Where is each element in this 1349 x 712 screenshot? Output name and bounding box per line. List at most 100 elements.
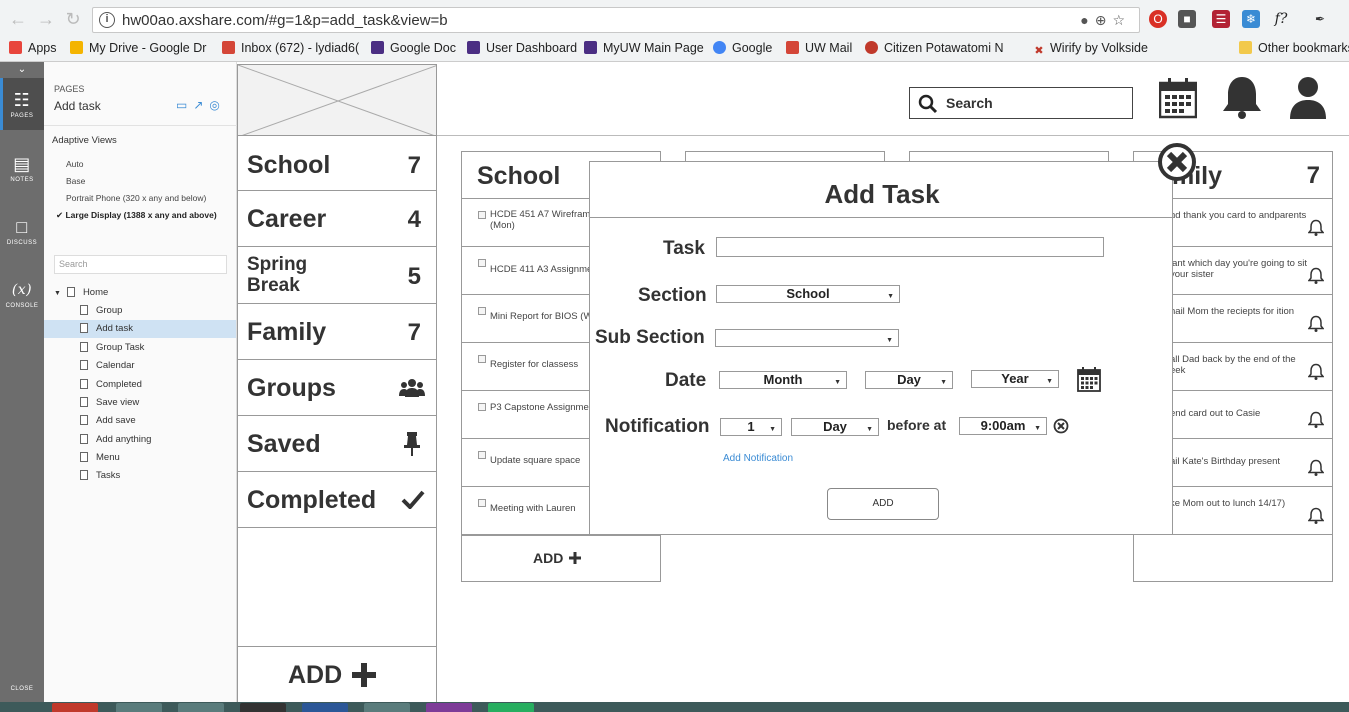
bookmark-wirify[interactable]: ✖ Wirify by Volkside (1034, 41, 1148, 58)
tree-item-save-view[interactable]: Save view (80, 397, 139, 408)
adaptive-view-portrait-phone[interactable]: Portrait Phone (320 x any and below) (66, 192, 231, 205)
address-url[interactable]: hw00ao.axshare.com/#g=1&p=add_task&view=… (122, 12, 448, 29)
flag-extension-icon[interactable]: ☰ (1212, 10, 1230, 28)
adaptive-view-large-display[interactable]: ✔ Large Display (1388 x any and above) (56, 209, 221, 222)
task-checkbox[interactable] (478, 451, 486, 459)
tree-item-menu[interactable]: Menu (80, 452, 120, 463)
search-input[interactable]: Search (909, 87, 1133, 119)
section-select[interactable]: School ▼ (716, 285, 900, 303)
month-select[interactable]: Month ▼ (719, 371, 847, 389)
taskbar-chrome-icon[interactable] (52, 703, 98, 712)
sidebar-tab-notes[interactable]: ▤ NOTES (0, 154, 44, 183)
expand-triangle-icon[interactable]: ▼ (54, 290, 61, 297)
tree-item-home[interactable]: ▼ Home (54, 287, 108, 298)
tree-item-group[interactable]: Group (80, 305, 122, 316)
taskbar-app-icon[interactable] (178, 703, 224, 712)
forward-icon[interactable]: → (36, 9, 56, 29)
bookmark-other[interactable]: Other bookmarks (1239, 41, 1349, 55)
sidebar-tab-discuss[interactable]: □ DISCUSS (0, 217, 44, 246)
bookmark-apps[interactable]: Apps (9, 41, 57, 55)
adaptive-view-auto[interactable]: Auto (66, 158, 231, 171)
task-checkbox[interactable] (478, 499, 486, 507)
bookmark-uw-mail[interactable]: UW Mail (786, 41, 852, 55)
tree-item-calendar[interactable]: Calendar (80, 360, 135, 371)
taskbar-app-icon[interactable] (488, 703, 534, 712)
day-select[interactable]: Day ▼ (865, 371, 953, 389)
bell-icon[interactable] (1220, 74, 1264, 120)
opera-extension-icon[interactable]: O (1149, 10, 1167, 28)
close-modal-icon[interactable] (1157, 142, 1197, 182)
address-bar[interactable]: i hw00ao.axshare.com/#g=1&p=add_task&vie… (92, 7, 1140, 33)
bookmark-google[interactable]: Google (713, 41, 772, 55)
adaptive-view-icon[interactable]: ▭ (176, 98, 193, 112)
user-profile-icon[interactable] (1288, 75, 1328, 121)
open-in-new-icon[interactable]: ↗ (193, 98, 209, 112)
nav-item-groups[interactable]: Groups (238, 360, 437, 416)
taskbar-app-icon[interactable] (240, 703, 286, 712)
bookmark-citizen-potawatomi[interactable]: Citizen Potawatomi N (865, 41, 1004, 55)
add-notification-link[interactable]: Add Notification (723, 453, 793, 464)
formula-extension-icon[interactable]: f? (1272, 10, 1290, 28)
nav-add-button[interactable]: ADD (238, 646, 437, 702)
tree-item-add-anything[interactable]: Add anything (80, 434, 151, 445)
notification-unit-select[interactable]: Day ▼ (791, 418, 879, 436)
bell-icon[interactable] (1308, 363, 1324, 380)
year-select[interactable]: Year ▼ (971, 370, 1059, 388)
subsection-select[interactable]: ▼ (715, 329, 899, 347)
calendar-icon[interactable] (1077, 366, 1101, 392)
add-task-submit-button[interactable]: ADD (827, 488, 939, 520)
snowflake-extension-icon[interactable]: ❄ (1242, 10, 1260, 28)
page-search-input[interactable]: Search (54, 255, 227, 274)
camera-blocked-icon[interactable]: ● (1080, 12, 1094, 28)
tree-item-completed[interactable]: Completed (80, 379, 142, 390)
taskbar-app-icon[interactable] (364, 703, 410, 712)
tree-item-add-task[interactable]: Add task (80, 323, 133, 334)
nav-item-completed[interactable]: Completed (238, 472, 437, 528)
nav-item-saved[interactable]: Saved (238, 416, 437, 472)
nav-item-career[interactable]: Career 4 (238, 191, 437, 247)
tree-item-tasks[interactable]: Tasks (80, 470, 120, 481)
sidebar-tab-pages[interactable]: ☷ PAGES (0, 90, 44, 119)
column-add-button[interactable]: ADD (461, 534, 661, 582)
hotspot-icon[interactable]: ◎ (209, 98, 225, 112)
zoom-icon[interactable]: ⊕ (1095, 12, 1113, 28)
bookmark-my-drive[interactable]: My Drive - Google Dr (70, 41, 206, 55)
notification-amount-select[interactable]: 1 ▼ (720, 418, 782, 436)
tree-item-add-save[interactable]: Add save (80, 415, 136, 426)
task-checkbox[interactable] (478, 211, 486, 219)
back-icon[interactable]: ← (8, 9, 28, 29)
bell-icon[interactable] (1308, 411, 1324, 428)
calendar-icon[interactable] (1159, 77, 1197, 119)
nav-item-school[interactable]: School 7 (238, 136, 437, 191)
star-icon[interactable]: ☆ (1112, 12, 1131, 28)
info-icon[interactable]: i (99, 12, 115, 28)
reload-icon[interactable]: ↻ (63, 9, 83, 29)
task-checkbox[interactable] (478, 355, 486, 363)
sidebar-tab-console[interactable]: (x) CONSOLE (0, 280, 44, 309)
adaptive-view-base[interactable]: Base (66, 175, 231, 188)
nav-item-family[interactable]: Family 7 (238, 304, 437, 360)
bell-icon[interactable] (1308, 459, 1324, 476)
notification-time-select[interactable]: 9:00am ▼ (959, 417, 1047, 435)
bookmark-myuw[interactable]: MyUW Main Page (584, 41, 704, 55)
bell-icon[interactable] (1308, 507, 1324, 524)
bell-icon[interactable] (1308, 267, 1324, 284)
extension-icon[interactable]: ■ (1178, 10, 1196, 28)
bookmark-inbox[interactable]: Inbox (672) - lydiad6( (222, 41, 359, 55)
task-checkbox[interactable] (478, 259, 486, 267)
taskbar-app-icon[interactable] (426, 703, 472, 712)
task-checkbox[interactable] (478, 403, 486, 411)
taskbar-explorer-icon[interactable] (116, 703, 162, 712)
task-input[interactable] (716, 237, 1104, 257)
collapse-chevron-icon[interactable]: ⌄ (0, 62, 44, 78)
sidebar-close[interactable]: CLOSE (0, 686, 44, 692)
task-checkbox[interactable] (478, 307, 486, 315)
remove-notification-icon[interactable] (1053, 418, 1069, 434)
bell-icon[interactable] (1308, 219, 1324, 236)
taskbar-app-icon[interactable] (302, 703, 348, 712)
bookmark-user-dashboard[interactable]: User Dashboard (467, 41, 577, 55)
eyedropper-extension-icon[interactable]: ✒ (1311, 10, 1329, 28)
bell-icon[interactable] (1308, 315, 1324, 332)
nav-item-spring-break[interactable]: Spring Break 5 (238, 247, 437, 304)
tree-item-group-task[interactable]: Group Task (80, 342, 144, 353)
